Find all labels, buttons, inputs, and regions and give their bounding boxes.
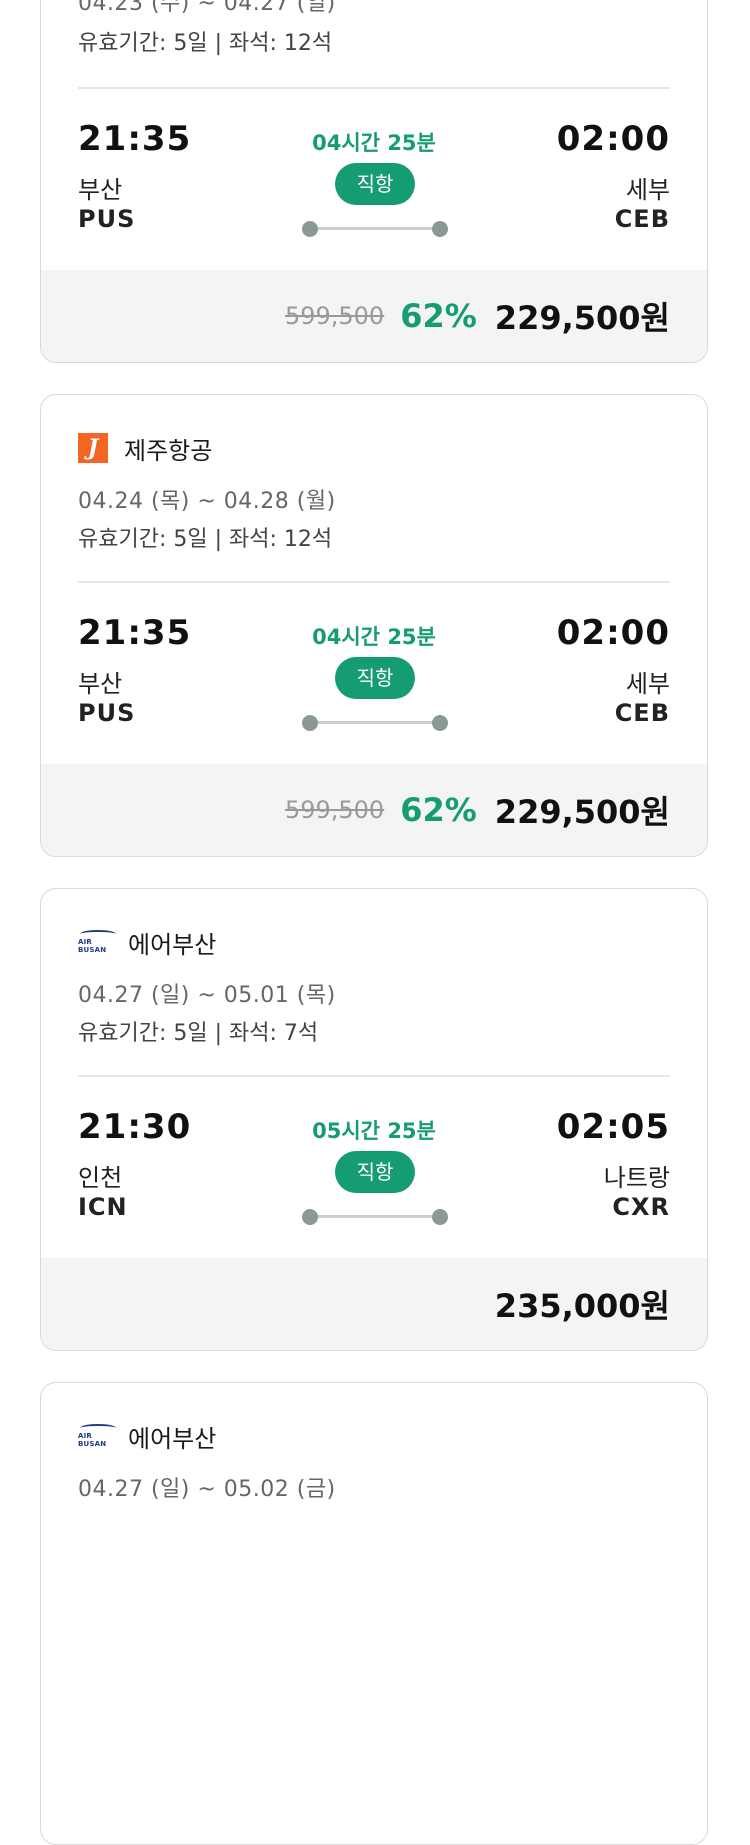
airline-name: 에어부산 [128, 1424, 217, 1453]
airline-row: AIR BUSAN 에어부산 [78, 925, 216, 959]
validity-seats: 유효기간: 5일 | 좌석: 12석 [78, 31, 333, 56]
departure-city: 부산 [78, 670, 123, 698]
arrival-time: 02:00 [556, 119, 670, 159]
departure-city: 인천 [78, 1164, 123, 1192]
origin-dot-icon [302, 221, 318, 237]
departure-city: 부산 [78, 176, 123, 204]
validity-seats: 유효기간: 5일 | 좌석: 12석 [78, 527, 333, 552]
arrival-city: 세부 [625, 176, 670, 204]
flight-card-1[interactable]: 04.23 (수) ~ 04.27 (일) 유효기간: 5일 | 좌석: 12석… [40, 0, 708, 363]
arrival-time: 02:00 [556, 613, 670, 653]
departure-code: ICN [78, 1193, 128, 1221]
arrival-code: CEB [614, 205, 670, 233]
route-line [302, 1209, 448, 1225]
arrival-code: CXR [612, 1193, 670, 1221]
route-line [302, 715, 448, 731]
arrival-city: 나트랑 [603, 1164, 670, 1192]
departure-code: PUS [78, 205, 136, 233]
arrival-code: CEB [614, 699, 670, 727]
final-price: 235,000원 [494, 1287, 670, 1325]
airline-name: 에어부산 [128, 930, 217, 959]
divider [78, 1075, 670, 1077]
travel-dates: 04.24 (목) ~ 04.28 (월) [78, 489, 336, 514]
airline-row: J 제주항공 [78, 431, 212, 465]
air-busan-logo-icon: AIR BUSAN [78, 927, 118, 957]
original-price: 599,500 [284, 796, 385, 824]
airline-name: 제주항공 [124, 436, 213, 465]
flight-card-4[interactable]: AIR BUSAN 에어부산 04.27 (일) ~ 05.02 (금) [40, 1382, 708, 1845]
price-bar: 599,500 62% 229,500원 [41, 270, 707, 362]
flight-card-3[interactable]: AIR BUSAN 에어부산 04.27 (일) ~ 05.01 (목) 유효기… [40, 888, 708, 1351]
price-bar: 235,000원 [41, 1258, 707, 1350]
travel-dates: 04.27 (일) ~ 05.01 (목) [78, 983, 336, 1008]
direct-flight-badge: 직항 [335, 163, 415, 205]
discount-rate: 62% [400, 791, 477, 829]
destination-dot-icon [432, 715, 448, 731]
price-bar: 599,500 62% 229,500원 [41, 764, 707, 856]
jeju-air-logo-icon: J [78, 433, 108, 463]
departure-code: PUS [78, 699, 136, 727]
origin-dot-icon [302, 1209, 318, 1225]
divider [78, 581, 670, 583]
air-busan-logo-icon: AIR BUSAN [78, 1421, 118, 1451]
arrival-city: 세부 [625, 670, 670, 698]
discount-rate: 62% [400, 297, 477, 335]
destination-dot-icon [432, 1209, 448, 1225]
origin-dot-icon [302, 715, 318, 731]
final-price: 229,500원 [494, 793, 670, 831]
divider [78, 87, 670, 89]
airline-row: AIR BUSAN 에어부산 [78, 1419, 216, 1453]
original-price: 599,500 [284, 302, 385, 330]
direct-flight-badge: 직항 [335, 1151, 415, 1193]
validity-seats: 유효기간: 5일 | 좌석: 7석 [78, 1021, 319, 1046]
travel-dates: 04.23 (수) ~ 04.27 (일) [78, 0, 336, 16]
arrival-time: 02:05 [556, 1107, 670, 1147]
direct-flight-badge: 직항 [335, 657, 415, 699]
route-line [302, 221, 448, 237]
final-price: 229,500원 [494, 299, 670, 337]
destination-dot-icon [432, 221, 448, 237]
flight-card-2[interactable]: J 제주항공 04.24 (목) ~ 04.28 (월) 유효기간: 5일 | … [40, 394, 708, 857]
travel-dates: 04.27 (일) ~ 05.02 (금) [78, 1477, 336, 1502]
